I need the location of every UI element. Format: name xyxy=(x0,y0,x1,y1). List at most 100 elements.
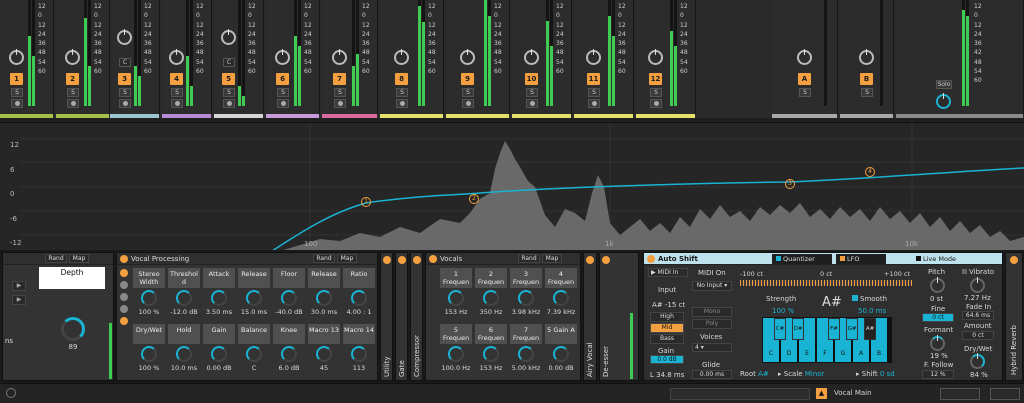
macro-knob[interactable] xyxy=(518,290,534,306)
macro-control[interactable]: 3 Frequen 3.98 kHz xyxy=(510,268,542,318)
macro-knob[interactable] xyxy=(351,290,367,306)
macro-control[interactable]: Hold 10.0 ms xyxy=(168,324,200,374)
arm-button[interactable] xyxy=(396,99,408,108)
macro-control[interactable]: Attack 3.50 ms xyxy=(203,268,235,318)
shift-value[interactable]: 0 sd xyxy=(880,370,895,378)
pan-knob[interactable] xyxy=(117,29,132,45)
black-key[interactable]: A# xyxy=(864,318,876,340)
power-toggle[interactable] xyxy=(398,256,406,264)
solo-button[interactable]: S xyxy=(11,88,23,97)
macro-knob[interactable] xyxy=(176,290,192,306)
power-toggle[interactable] xyxy=(120,255,128,263)
power-toggle[interactable] xyxy=(429,255,437,263)
macro-control[interactable]: Floor -40.0 dB xyxy=(273,268,305,318)
gate-device[interactable]: Gate xyxy=(395,252,408,381)
mono-button[interactable]: Mono xyxy=(692,307,732,317)
power-toggle[interactable] xyxy=(647,255,655,263)
range-bass[interactable]: Bass xyxy=(650,334,684,344)
macro-power-icon[interactable] xyxy=(120,269,128,277)
arm-button[interactable] xyxy=(11,99,23,108)
macro-control[interactable]: 7 Frequen 5.00 kHz xyxy=(510,324,542,374)
macro-control[interactable]: 2 Frequen 350 Hz xyxy=(475,268,507,318)
track-activator[interactable]: 2 xyxy=(66,73,79,85)
range-mid[interactable]: Mid xyxy=(650,323,684,333)
macro-control[interactable]: 5 Gain A 0.00 dB xyxy=(545,324,577,374)
macro-control[interactable]: 4 Frequen 7.39 kHz xyxy=(545,268,577,318)
arm-button[interactable] xyxy=(119,99,131,108)
scale-keyboard[interactable]: CDEFGAB C# D# F# G# A# xyxy=(762,317,892,363)
pan-knob[interactable] xyxy=(859,49,874,65)
map-button[interactable]: Map xyxy=(337,254,357,263)
track-activator[interactable]: 3 xyxy=(118,73,131,85)
pan-knob[interactable] xyxy=(394,49,409,65)
track-activator[interactable]: 8 xyxy=(395,73,408,85)
track-activator[interactable]: 10 xyxy=(525,73,538,85)
pan-knob[interactable] xyxy=(460,49,475,65)
tab-quantizer[interactable]: Quantizer xyxy=(772,254,832,264)
pan-knob[interactable] xyxy=(332,49,347,65)
drywet-knob[interactable] xyxy=(970,353,985,369)
track-activator[interactable]: 4 xyxy=(170,73,183,85)
eq-band-handle[interactable]: 2 xyxy=(469,194,479,204)
black-key[interactable]: D# xyxy=(792,318,804,340)
track-activator[interactable]: B xyxy=(860,73,873,85)
pan-knob[interactable] xyxy=(221,29,236,45)
macro-control[interactable]: Balance C xyxy=(238,324,270,374)
macro-knob[interactable] xyxy=(316,346,332,362)
live-mode-toggle[interactable]: Live Mode xyxy=(916,254,966,264)
macro-knob[interactable] xyxy=(141,346,157,362)
solo-button[interactable]: S xyxy=(223,88,235,97)
macro-control[interactable]: Release 30.0 ms xyxy=(308,268,340,318)
rand-button[interactable]: Rand xyxy=(45,254,67,263)
ffollow-value[interactable]: 12 % xyxy=(922,370,954,379)
fadein-value[interactable]: 64.6 ms xyxy=(962,311,994,320)
macro-control[interactable]: Ratio 4.00 : 1 xyxy=(343,268,375,318)
arm-button[interactable] xyxy=(223,99,235,108)
pan-knob[interactable] xyxy=(648,49,663,65)
solo-button[interactable]: S xyxy=(67,88,79,97)
black-key[interactable]: G# xyxy=(846,318,858,340)
track-activator[interactable]: 11 xyxy=(587,73,600,85)
black-key[interactable]: F# xyxy=(828,318,840,340)
macro-knob[interactable] xyxy=(281,290,297,306)
solo-button[interactable]: S xyxy=(396,88,408,97)
solo-button[interactable]: S xyxy=(588,88,600,97)
vibrato-label[interactable]: Vibrato xyxy=(962,268,994,276)
macro-knob[interactable] xyxy=(141,290,157,306)
arm-button[interactable] xyxy=(171,99,183,108)
macro-knob[interactable] xyxy=(448,290,464,306)
macro-control[interactable]: Stereo Width 100 % xyxy=(133,268,165,318)
poly-button[interactable]: Poly xyxy=(692,319,732,329)
midi-input-select[interactable]: No Input ▾ xyxy=(692,281,732,291)
macro-knob[interactable] xyxy=(281,346,297,362)
chain-play-button[interactable]: ▶ xyxy=(12,295,26,305)
pan-knob[interactable] xyxy=(9,49,24,65)
track-activator[interactable]: 1 xyxy=(10,73,23,85)
macro-knob[interactable] xyxy=(316,290,332,306)
tab-lfo[interactable]: LFO xyxy=(836,254,886,264)
arm-button[interactable] xyxy=(462,99,474,108)
hybrid-reverb-device[interactable]: Hybrid Reverb xyxy=(1005,252,1023,381)
pan-knob[interactable] xyxy=(524,49,539,65)
power-toggle[interactable] xyxy=(383,256,391,264)
macro-control[interactable]: Threshol d -12.0 dB xyxy=(168,268,200,318)
macro-control[interactable]: Macro 13 45 xyxy=(308,324,340,374)
macro-knob[interactable] xyxy=(211,290,227,306)
de-esser-device[interactable]: De-esser xyxy=(599,252,639,381)
depth-knob[interactable] xyxy=(61,317,85,341)
macro-control[interactable]: Knee 6.0 dB xyxy=(273,324,305,374)
pan-knob[interactable] xyxy=(275,49,290,65)
power-toggle[interactable] xyxy=(1010,256,1018,264)
solo-button[interactable]: S xyxy=(799,88,811,97)
solo-button[interactable]: S xyxy=(171,88,183,97)
macro-power-icon[interactable] xyxy=(120,317,128,325)
pan-knob[interactable] xyxy=(65,49,80,65)
black-key[interactable]: C# xyxy=(774,318,786,340)
macro-knob[interactable] xyxy=(553,290,569,306)
gain-value[interactable]: 0.0 dB xyxy=(650,355,684,364)
rand-button[interactable]: Rand xyxy=(518,254,540,263)
cue-volume-knob[interactable] xyxy=(936,93,951,109)
amount-value[interactable]: 0 ct xyxy=(962,331,994,340)
solo-button[interactable]: S xyxy=(334,88,346,97)
macro-control[interactable]: 5 Frequen 100.0 Hz xyxy=(440,324,472,374)
